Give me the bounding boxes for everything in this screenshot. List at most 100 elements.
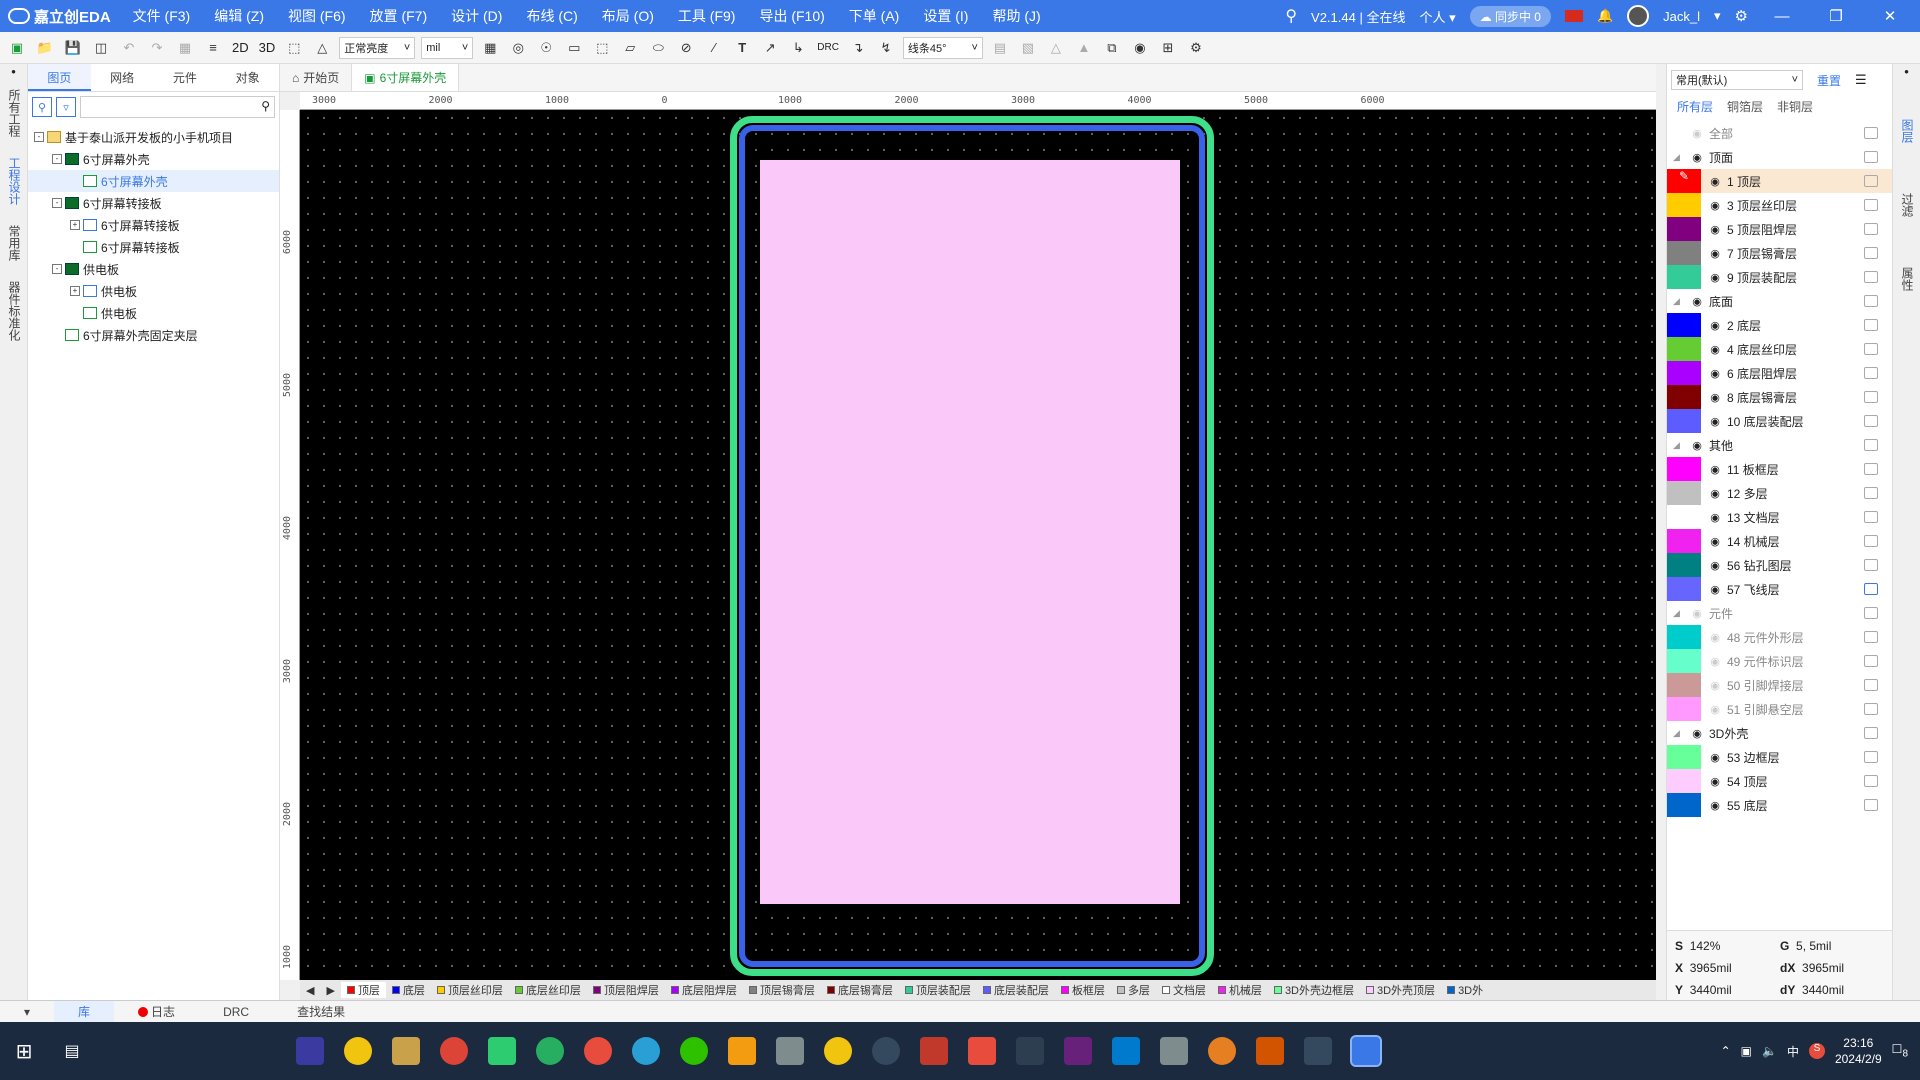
menu-item[interactable]: 设计 (D) bbox=[439, 0, 514, 32]
eye-icon[interactable]: ◉ bbox=[1707, 199, 1723, 212]
camera-icon[interactable]: ◉ bbox=[1129, 37, 1151, 59]
layer-color-swatch[interactable] bbox=[1667, 793, 1701, 817]
bottom-tab[interactable]: DRC bbox=[199, 1005, 273, 1019]
collapse-icon[interactable]: - bbox=[34, 132, 44, 142]
layer-color-swatch[interactable] bbox=[1667, 577, 1701, 601]
layer-group[interactable]: ◢ ◉ 底面 bbox=[1667, 289, 1892, 313]
scroll-right-icon[interactable]: ▶ bbox=[320, 984, 340, 997]
lock-icon[interactable] bbox=[1864, 319, 1878, 331]
eye-icon[interactable]: ◉ bbox=[1689, 439, 1705, 452]
left-vtab[interactable]: 所有工程 bbox=[0, 79, 29, 147]
menu-item[interactable]: 视图 (F6) bbox=[276, 0, 358, 32]
tree-item[interactable]: - 基于泰山派开发板的小手机项目 bbox=[28, 126, 279, 148]
tree-item[interactable]: 6寸屏幕外壳固定夹层 bbox=[28, 324, 279, 346]
lock-icon[interactable] bbox=[1864, 727, 1878, 739]
app-icon-2[interactable] bbox=[344, 1037, 372, 1065]
filter-icon[interactable]: ▿ bbox=[56, 97, 76, 117]
scroll-left-icon[interactable]: ◀ bbox=[300, 984, 320, 997]
eye-hidden-icon[interactable]: ◉ bbox=[1707, 703, 1723, 716]
layer-row[interactable]: ◉ 11 板框层 bbox=[1667, 457, 1892, 481]
lock-icon[interactable] bbox=[1864, 127, 1878, 139]
layer-row[interactable]: ◉ 3 顶层丝印层 bbox=[1667, 193, 1892, 217]
chrome-icon[interactable] bbox=[440, 1037, 468, 1065]
clock[interactable]: 23:16 2024/2/9 bbox=[1835, 1035, 1882, 1067]
app-icon-6[interactable] bbox=[536, 1037, 564, 1065]
tree-item[interactable]: 6寸屏幕外壳 bbox=[28, 170, 279, 192]
eye-icon[interactable]: ◉ bbox=[1689, 295, 1705, 308]
left-vtab[interactable]: 常用库 bbox=[0, 215, 29, 271]
pad-icon[interactable]: ☉ bbox=[535, 37, 557, 59]
settings-icon[interactable]: ⚙ bbox=[1185, 37, 1207, 59]
layer-row[interactable]: ◉ 53 边框层 bbox=[1667, 745, 1892, 769]
mirror-icon[interactable]: ▲ bbox=[1073, 37, 1095, 59]
layer-row[interactable]: ◉ 51 引脚悬空层 bbox=[1667, 697, 1892, 721]
app-icon-15[interactable] bbox=[968, 1037, 996, 1065]
menu-item[interactable]: 导出 (F10) bbox=[747, 0, 836, 32]
left-vtab[interactable]: 器件标准化 bbox=[0, 271, 29, 351]
bottom-tab[interactable]: 库 bbox=[54, 1000, 115, 1023]
eye-hidden-icon[interactable]: ◉ bbox=[1707, 631, 1723, 644]
view-3d-button[interactable]: 3D bbox=[257, 40, 278, 55]
layer-color-swatch[interactable] bbox=[1667, 313, 1701, 337]
tray-chevron-icon[interactable]: ⌃ bbox=[1721, 1044, 1731, 1058]
layer-row[interactable]: ◉ 7 顶层锡膏层 bbox=[1667, 241, 1892, 265]
layer-settings-icon[interactable]: ☰ bbox=[1855, 72, 1867, 88]
close-button[interactable]: ✕ bbox=[1870, 7, 1910, 25]
visual-studio-icon[interactable] bbox=[1064, 1037, 1092, 1065]
collapse-triangle-icon[interactable]: ◢ bbox=[1673, 152, 1683, 163]
eye-icon[interactable]: ◉ bbox=[1707, 391, 1723, 404]
lock-icon[interactable] bbox=[1864, 463, 1878, 475]
tab-3[interactable]: 对象 bbox=[216, 64, 279, 91]
layer-color-swatch[interactable] bbox=[1667, 409, 1701, 433]
pin-icon[interactable]: • bbox=[0, 64, 27, 79]
search-icon[interactable]: ⚲ bbox=[1285, 6, 1297, 26]
telegram-icon[interactable] bbox=[632, 1037, 660, 1065]
lock-icon[interactable] bbox=[1864, 175, 1878, 187]
lock-icon[interactable] bbox=[1864, 367, 1878, 379]
open-folder-icon[interactable]: 📁 bbox=[34, 37, 56, 59]
layer-row[interactable]: ◉ 5 顶层阻焊层 bbox=[1667, 217, 1892, 241]
menu-item[interactable]: 编辑 (Z) bbox=[202, 0, 276, 32]
app-icon-3[interactable] bbox=[392, 1037, 420, 1065]
layer-row[interactable]: ◉ 48 元件外形层 bbox=[1667, 625, 1892, 649]
bell-icon[interactable]: 🔔 bbox=[1597, 8, 1613, 24]
terminal-icon[interactable] bbox=[1016, 1037, 1044, 1065]
app-icon-20[interactable] bbox=[1208, 1037, 1236, 1065]
tree-item[interactable]: 6寸屏幕转接板 bbox=[28, 236, 279, 258]
lock-icon[interactable] bbox=[1864, 223, 1878, 235]
layer-row[interactable]: ◉ 4 底层丝印层 bbox=[1667, 337, 1892, 361]
layer-color-swatch[interactable] bbox=[1667, 769, 1701, 793]
lock-icon[interactable] bbox=[1864, 343, 1878, 355]
tree-item[interactable]: +6寸屏幕转接板 bbox=[28, 214, 279, 236]
layer-row[interactable]: ◉ 57 飞线层 bbox=[1667, 577, 1892, 601]
volume-icon[interactable]: 🔈 bbox=[1762, 1044, 1777, 1058]
layer-row[interactable]: ◉ 54 顶层 bbox=[1667, 769, 1892, 793]
lock-icon[interactable] bbox=[1864, 799, 1878, 811]
route-icon[interactable]: ↳ bbox=[787, 37, 809, 59]
layer-row[interactable]: ◉ 56 钻孔图层 bbox=[1667, 553, 1892, 577]
align-icon[interactable]: ▤ bbox=[989, 37, 1011, 59]
eye-icon[interactable]: ◉ bbox=[1707, 751, 1723, 764]
layer-bar-item[interactable]: 多层 bbox=[1111, 982, 1156, 998]
layer-bar-item[interactable]: 顶层锡膏层 bbox=[743, 982, 821, 998]
layer-bar-item[interactable]: 文档层 bbox=[1156, 982, 1212, 998]
eye-icon[interactable]: ◉ bbox=[1707, 799, 1723, 812]
user-name[interactable]: Jack_l bbox=[1663, 9, 1700, 24]
app-icon-14[interactable] bbox=[920, 1037, 948, 1065]
wechat-icon[interactable] bbox=[680, 1037, 708, 1065]
layer-bar-item[interactable]: 顶层 bbox=[340, 982, 386, 998]
layer-color-swatch[interactable] bbox=[1667, 649, 1701, 673]
left-vtab[interactable]: 工程设计 bbox=[0, 147, 29, 215]
export-icon[interactable]: ⊞ bbox=[1157, 37, 1179, 59]
music-icon[interactable] bbox=[584, 1037, 612, 1065]
layer-group[interactable]: ◢ ◉ 其他 bbox=[1667, 433, 1892, 457]
eye-icon[interactable]: ◉ bbox=[1707, 775, 1723, 788]
lock-icon[interactable] bbox=[1864, 751, 1878, 763]
no-entry-icon[interactable]: ⊘ bbox=[675, 37, 697, 59]
differential-route-icon[interactable]: ↴ bbox=[847, 37, 869, 59]
layer-color-swatch[interactable] bbox=[1667, 361, 1701, 385]
app-icon-11[interactable] bbox=[776, 1037, 804, 1065]
layer-filter-tab[interactable]: 铜箔层 bbox=[1727, 98, 1763, 115]
lock-icon[interactable] bbox=[1864, 151, 1878, 163]
lock-icon[interactable] bbox=[1864, 271, 1878, 283]
